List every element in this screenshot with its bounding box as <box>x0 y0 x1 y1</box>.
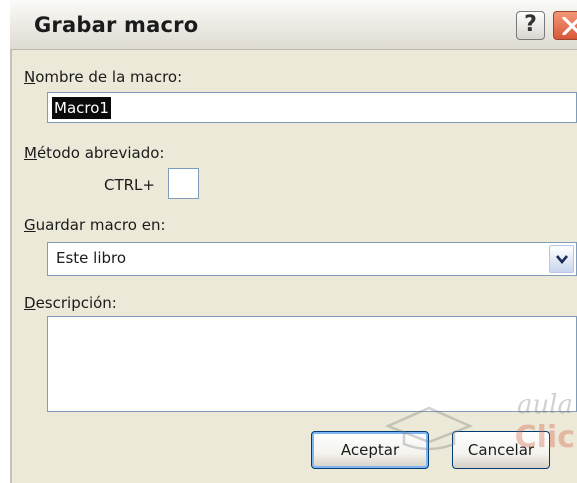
record-macro-dialog: Grabar macro ? Nombre de la macro: Macro… <box>0 0 577 483</box>
description-label: Descripción: <box>24 294 117 312</box>
graduation-cap-icon <box>384 406 474 451</box>
dialog-title: Grabar macro <box>34 13 199 37</box>
close-button[interactable] <box>553 11 577 40</box>
store-macro-select[interactable]: Este libro <box>47 242 577 276</box>
ctrl-prefix-label: CTRL+ <box>104 176 155 194</box>
store-macro-dropdown-button[interactable] <box>549 245 574 273</box>
question-mark-icon: ? <box>524 12 537 37</box>
watermark-text-aula: aula <box>516 390 573 420</box>
macro-name-value: Macro1 <box>52 97 111 119</box>
store-macro-label: Guardar macro en: <box>24 216 166 234</box>
shortcut-key-input[interactable] <box>168 168 199 199</box>
macro-name-label: Nombre de la macro: <box>24 68 183 86</box>
shortcut-label: Método abreviado: <box>24 144 165 162</box>
watermark-text-clic: Clic <box>514 420 575 455</box>
chevron-down-icon <box>556 255 568 264</box>
aulaclic-watermark: aula Clic <box>384 382 577 483</box>
title-bar[interactable]: Grabar macro ? <box>10 0 577 50</box>
help-button[interactable]: ? <box>516 11 545 40</box>
close-x-icon <box>562 17 577 35</box>
store-macro-value: Este libro <box>56 249 127 267</box>
macro-name-input[interactable]: Macro1 <box>47 92 577 123</box>
